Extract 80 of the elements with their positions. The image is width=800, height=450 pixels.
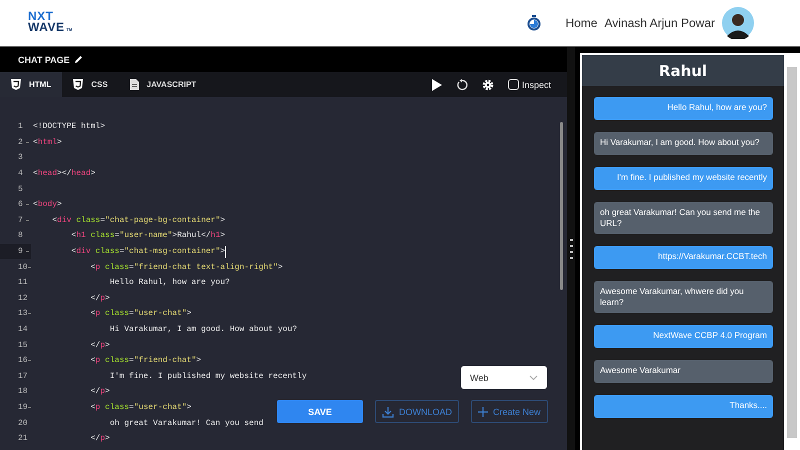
pencil-icon[interactable]	[74, 55, 83, 64]
chat-bubble: Hi Varakumar, I am good. How about you?	[594, 132, 773, 155]
chat-bubble: Hello Rahul, how are you?	[594, 97, 773, 120]
code-line: <head></head>	[33, 169, 96, 178]
preview-scrollbar[interactable]	[787, 67, 797, 438]
line-number: 8	[18, 231, 24, 240]
line-number: 7	[18, 216, 24, 225]
chat-bubble: Awesome Varakumar	[594, 360, 773, 383]
code-line: <p class="user-chat">	[90, 402, 192, 412]
code-line: <h1 class="user-name">Rahul</h1>	[70, 231, 226, 240]
code-line: <p class="friend-chat">	[90, 356, 202, 366]
line-number: 9	[18, 247, 24, 256]
code-line: </p>	[90, 434, 110, 444]
chevron-down-icon	[529, 374, 538, 380]
code-line: <p class="user-chat">	[90, 309, 192, 318]
line-number: 14	[18, 325, 28, 334]
line-number: 20	[18, 418, 28, 428]
user-name: Avinash Arjun Powar	[604, 16, 715, 30]
home-link[interactable]: Home	[565, 16, 598, 30]
line-number: 11	[18, 278, 28, 288]
code-line: </p>	[90, 387, 110, 396]
chat-bubble: oh great Varakumar! Can you send me the URL?	[594, 202, 773, 234]
code-line: Hi Varakumar, I am good. How about you?	[108, 325, 298, 334]
editor-tab[interactable]: JAVASCRIPT	[118, 72, 208, 97]
code-line: Hello Rahul, how are you?	[108, 278, 230, 288]
line-number: 4	[18, 169, 24, 178]
drag-handle-icon[interactable]	[570, 238, 572, 258]
code-line: </p>	[90, 340, 110, 350]
download-button[interactable]: DOWNLOAD	[375, 400, 460, 423]
chat-header: Rahul	[582, 55, 784, 86]
line-number: 1	[18, 122, 24, 132]
code-line: <p class="friend-chat text-align-right">	[90, 262, 283, 272]
html5-icon	[11, 79, 21, 90]
editor-tab[interactable]: CSS	[62, 72, 119, 97]
code-line: <body>	[33, 200, 62, 210]
line-number: 12	[18, 294, 28, 303]
download-icon	[382, 406, 394, 418]
stopwatch-icon[interactable]	[527, 15, 542, 31]
line-number: 5	[18, 184, 24, 194]
settings-icon[interactable]	[482, 78, 494, 90]
save-button[interactable]: SAVE	[277, 400, 363, 423]
line-number: 17	[18, 372, 28, 381]
plus-icon	[478, 406, 488, 416]
chat-bubble: https://Varakumar.CCBT.tech	[594, 246, 773, 269]
inspect-label: Inspect	[522, 80, 551, 90]
reset-icon[interactable]	[456, 78, 468, 90]
code-line: oh great Varakumar! Can you send	[108, 418, 264, 428]
line-number: 3	[18, 153, 24, 162]
text-cursor	[225, 246, 226, 258]
platform-dropdown[interactable]: Web	[461, 366, 547, 389]
run-icon[interactable]	[432, 78, 442, 90]
avatar[interactable]	[722, 7, 754, 39]
project-title: CHAT PAGE	[18, 54, 70, 64]
line-number: 13	[18, 309, 28, 318]
code-line: </p>	[90, 294, 110, 303]
chat-bubble: I'm fine. I published my website recently	[594, 167, 773, 190]
code-line: <div class="chat-msg-container">	[70, 247, 226, 256]
line-number: 2	[18, 138, 24, 147]
code-line: <!DOCTYPE html>	[33, 122, 106, 132]
line-number: 18	[18, 387, 28, 396]
line-number: 19	[18, 402, 28, 412]
file-icon	[130, 79, 139, 90]
line-number: 16	[18, 356, 28, 366]
css3-icon	[73, 79, 84, 90]
logo-text: NXT	[28, 11, 54, 22]
inspect-checkbox[interactable]	[508, 79, 519, 90]
code-line: I'm fine. I published my website recently	[108, 372, 307, 381]
create-new-button[interactable]: Create New	[471, 400, 548, 423]
scrollbar-thumb[interactable]	[560, 122, 563, 290]
code-line: <html>	[33, 138, 62, 147]
chat-bubble: Awesome Varakumar, whwere did you learn?	[594, 281, 773, 313]
code-line: <div class="chat-page-bg-container">	[51, 216, 226, 225]
line-number: 6	[18, 200, 24, 210]
line-number: 10	[18, 262, 28, 272]
chat-bubble: Thanks....	[594, 395, 773, 418]
editor-tab[interactable]: HTML	[0, 72, 62, 97]
logo-text: WAVE	[28, 22, 64, 33]
line-number: 21	[18, 434, 28, 444]
chat-bubble: NextWave CCBP 4.0 Program	[594, 325, 773, 348]
line-number: 15	[18, 340, 28, 350]
